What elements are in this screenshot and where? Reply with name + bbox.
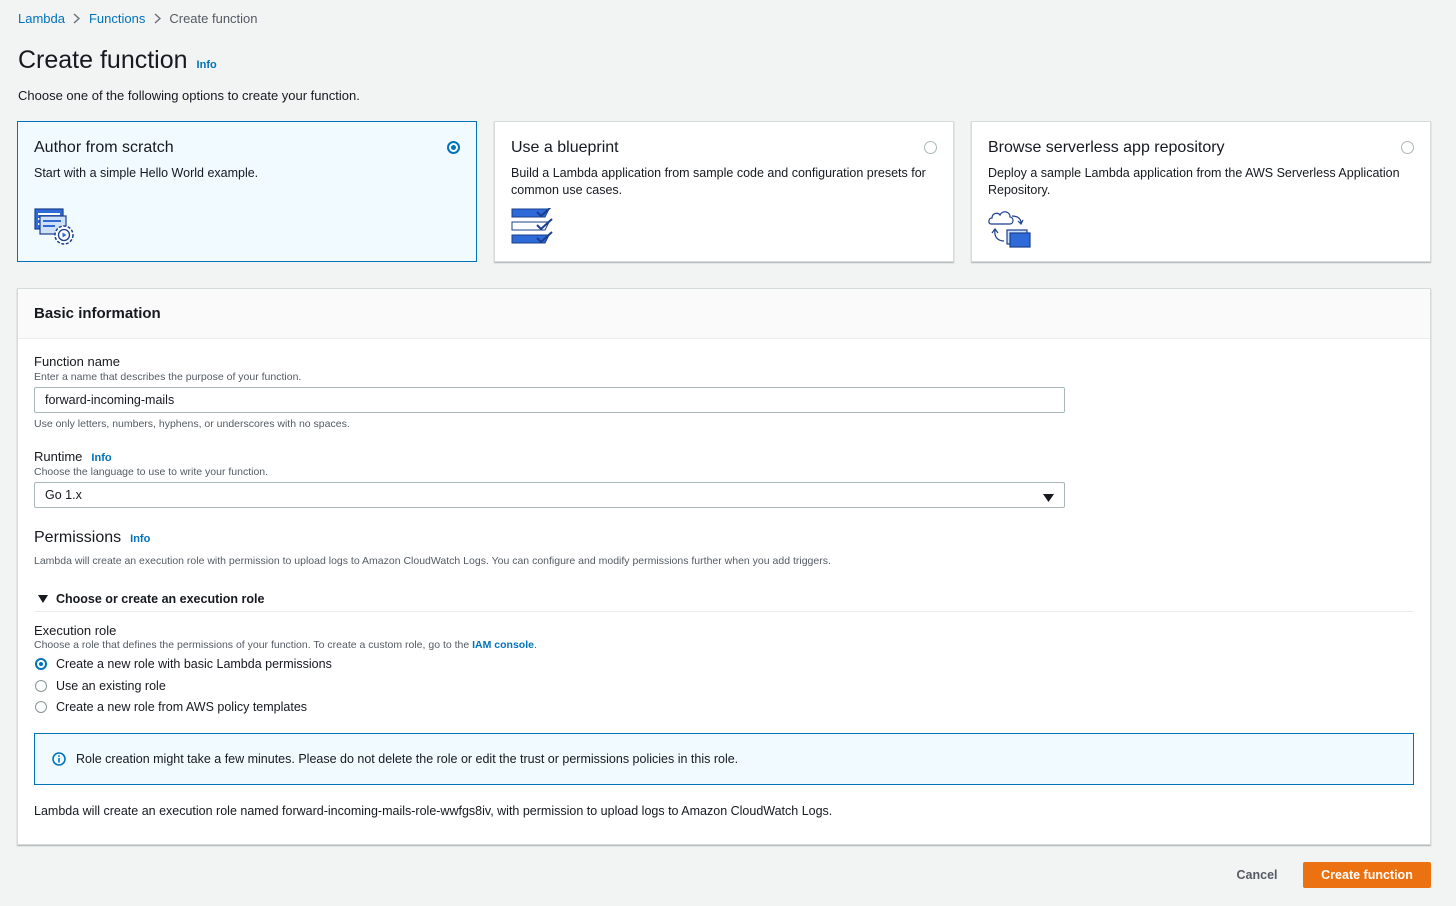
breadcrumb-functions[interactable]: Functions — [89, 11, 145, 26]
role-option-label: Create a new role with basic Lambda perm… — [56, 657, 332, 671]
breadcrumb-current: Create function — [169, 10, 258, 26]
role-radio[interactable] — [35, 701, 47, 713]
function-name-description: Enter a name that describes the purpose … — [34, 371, 302, 383]
role-option-new-basic[interactable]: Create a new role with basic Lambda perm… — [34, 656, 332, 672]
create-function-button[interactable]: Create function — [1303, 862, 1431, 888]
breadcrumb-lambda[interactable]: Lambda — [18, 11, 65, 26]
permissions-title: Permissions — [34, 529, 122, 546]
role-radio[interactable] — [35, 658, 47, 670]
option-browse-serverless-repo[interactable]: Browse serverless app repository Deploy … — [971, 121, 1431, 262]
expander-divider — [34, 611, 1414, 612]
option-radio[interactable] — [1401, 141, 1414, 154]
page-description: Choose one of the following options to c… — [18, 88, 360, 103]
blueprint-icon — [511, 205, 555, 253]
runtime-select[interactable]: Go 1.x — [34, 482, 1065, 508]
permissions-info-link[interactable]: Info — [130, 533, 150, 545]
role-option-policy-templates[interactable]: Create a new role from AWS policy templa… — [34, 699, 307, 715]
runtime-selected-value: Go 1.x — [45, 488, 82, 502]
info-circle-icon — [52, 752, 66, 766]
option-description: Build a Lambda application from sample c… — [511, 166, 926, 197]
runtime-description: Choose the language to use to write your… — [34, 466, 269, 478]
breadcrumb: Lambda Functions Create function — [18, 10, 258, 26]
iam-console-link[interactable]: IAM console — [472, 639, 534, 651]
permissions-description: Lambda will create an execution role wit… — [34, 555, 831, 567]
caret-down-icon — [1043, 491, 1054, 505]
option-title: Author from scratch — [34, 139, 174, 156]
permissions-header: Permissions Info — [34, 529, 150, 547]
option-author-from-scratch[interactable]: Author from scratch Start with a simple … — [17, 121, 477, 262]
function-name-label: Function name — [34, 354, 120, 369]
page-info-link[interactable]: Info — [197, 59, 217, 71]
role-option-label: Create a new role from AWS policy templa… — [56, 700, 308, 714]
execution-role-expander[interactable]: Choose or create an execution role — [38, 592, 264, 606]
option-title: Browse serverless app repository — [988, 139, 1225, 156]
option-description: Start with a simple Hello World example. — [34, 166, 259, 180]
runtime-info-link[interactable]: Info — [91, 452, 111, 464]
role-summary-text: Lambda will create an execution role nam… — [34, 804, 833, 818]
author-from-scratch-icon — [34, 208, 78, 253]
panel-header: Basic information — [18, 289, 1430, 339]
option-use-blueprint[interactable]: Use a blueprint Build a Lambda applicati… — [494, 121, 954, 262]
option-description: Deploy a sample Lambda application from … — [988, 166, 1400, 197]
panel-title: Basic information — [34, 305, 161, 322]
cancel-button[interactable]: Cancel — [1222, 862, 1292, 888]
role-option-label: Use an existing role — [56, 679, 166, 693]
execution-role-description-text: Choose a role that defines the permissio… — [34, 639, 473, 651]
page-header: Create function Info — [18, 46, 217, 75]
role-radio[interactable] — [35, 680, 47, 692]
execution-role-description: Choose a role that defines the permissio… — [34, 639, 537, 651]
chevron-right-icon — [145, 12, 169, 24]
role-creation-alert: Role creation might take a few minutes. … — [34, 733, 1414, 785]
chevron-right-icon — [65, 12, 89, 24]
role-option-existing[interactable]: Use an existing role — [34, 678, 166, 694]
option-title: Use a blueprint — [511, 139, 619, 156]
page-title: Create function — [18, 46, 188, 74]
runtime-label-row: Runtime Info — [34, 449, 112, 464]
expander-label: Choose or create an execution role — [56, 592, 265, 606]
function-name-constraint: Use only letters, numbers, hyphens, or u… — [34, 418, 350, 430]
execution-role-description-suffix: . — [533, 639, 537, 651]
execution-role-label: Execution role — [34, 623, 117, 638]
basic-information-panel: Basic information Function name Enter a … — [17, 288, 1431, 845]
triangle-expanded-icon — [38, 595, 48, 603]
runtime-label: Runtime — [34, 449, 83, 464]
alert-text: Role creation might take a few minutes. … — [76, 752, 739, 766]
option-radio[interactable] — [924, 141, 937, 154]
serverless-repo-icon — [988, 208, 1032, 253]
option-radio[interactable] — [447, 141, 460, 154]
function-name-input[interactable] — [34, 387, 1065, 413]
